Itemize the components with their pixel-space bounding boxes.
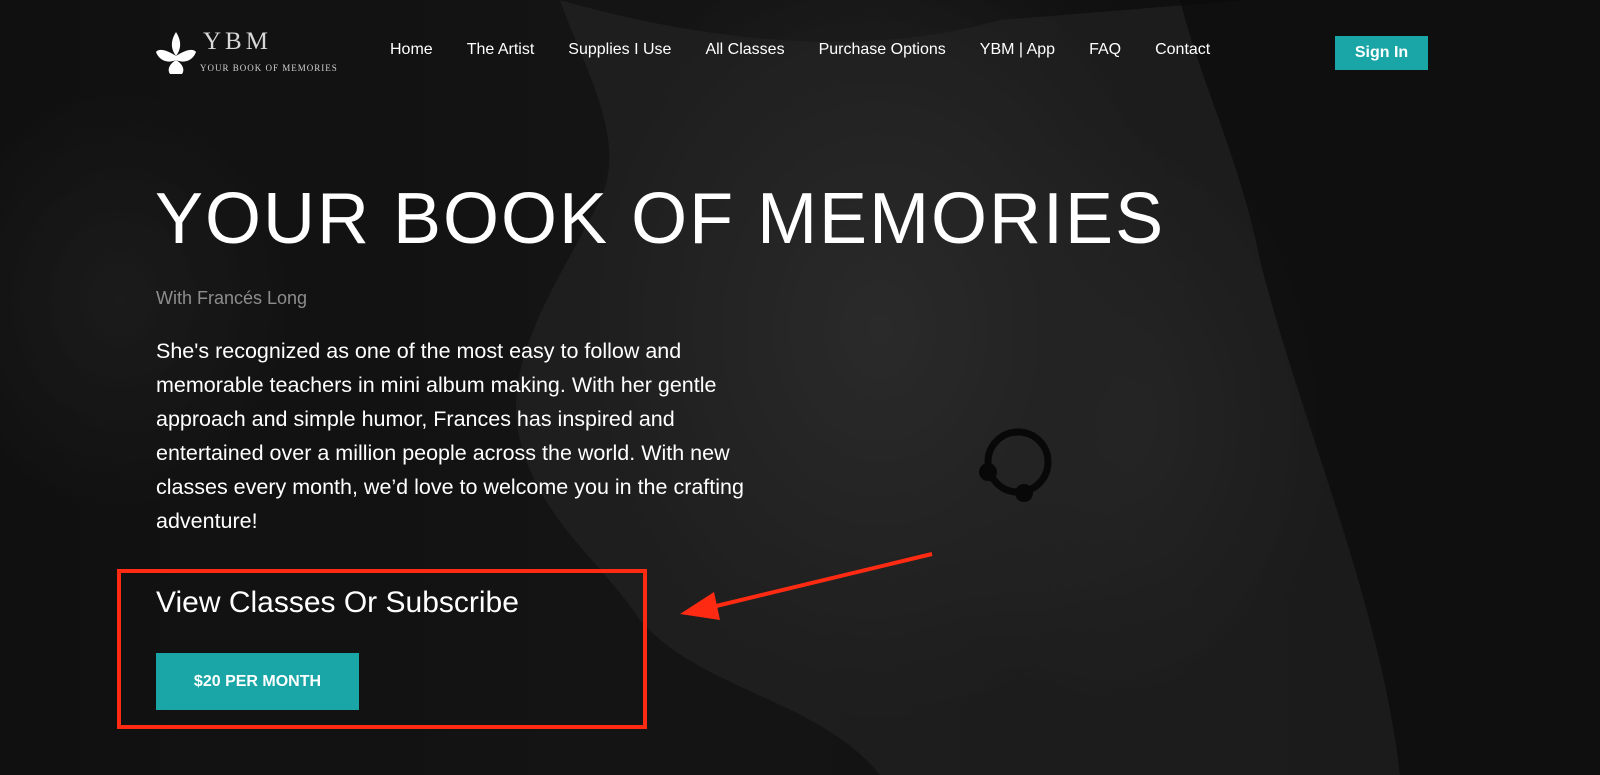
nav-purchase-options[interactable]: Purchase Options (819, 41, 946, 59)
hero-subtitle: With Francés Long (156, 288, 308, 308)
logo-letters: YBM (203, 28, 272, 55)
logo-tagline: YOUR BOOK OF MEMORIES (200, 63, 338, 73)
nav-contact[interactable]: Contact (1155, 41, 1210, 59)
annotation-arrow-icon (680, 552, 933, 620)
nav-the-artist[interactable]: The Artist (467, 41, 535, 59)
lotus-leaf-icon (156, 32, 196, 74)
nav-all-classes[interactable]: All Classes (705, 41, 784, 59)
nav-faq[interactable]: FAQ (1089, 41, 1121, 59)
hero-title: YOUR BOOK OF MEMORIES (155, 179, 1166, 259)
hero-description: She's recognized as one of the most easy… (156, 339, 744, 533)
main-navigation: Home The Artist Supplies I Use All Class… (390, 41, 1210, 59)
annotation-highlight-box (117, 569, 647, 729)
nav-home[interactable]: Home (390, 41, 433, 59)
nav-supplies-i-use[interactable]: Supplies I Use (568, 41, 671, 59)
nav-ybm-app[interactable]: YBM | App (980, 41, 1055, 59)
sign-in-button[interactable]: Sign In (1335, 36, 1428, 70)
site-logo[interactable]: YBM YOUR BOOK OF MEMORIES (155, 28, 337, 76)
